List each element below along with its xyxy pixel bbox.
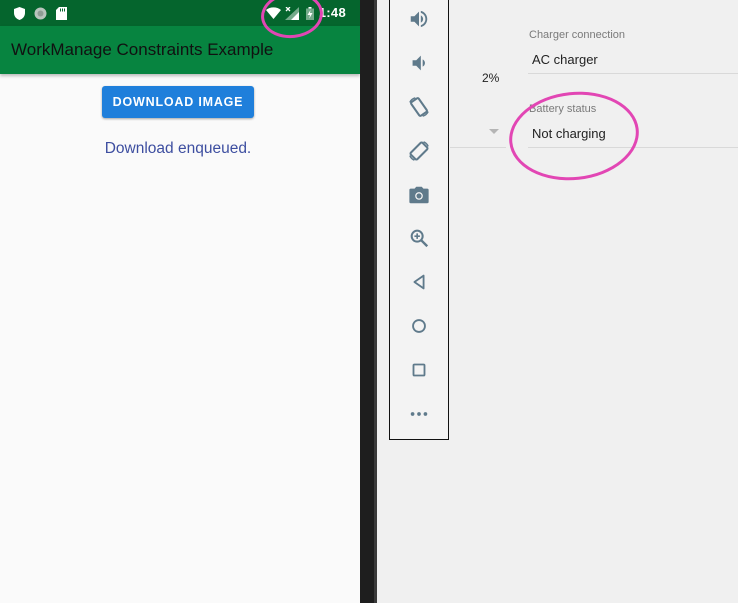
screenshot-button[interactable] [390,177,448,213]
volume-down-icon [412,55,425,71]
dropdown-arrow-icon[interactable] [489,129,499,134]
download-status-message: Download enqueued. [104,140,252,157]
camera-icon [409,186,429,204]
charger-connection-select[interactable]: AC charger [532,52,598,67]
emulator-screen: 1:48 WorkManage Constraints Example DOWN… [0,0,360,603]
more-icon [410,412,428,416]
charger-connection-label: Charger connection [529,29,626,41]
back-button[interactable] [390,264,448,300]
rotate-right-button[interactable] [390,133,448,169]
zoom-button[interactable] [390,220,448,256]
more-button[interactable] [390,396,448,432]
sd-card-icon [56,7,67,20]
volume-down-button[interactable] [390,45,448,81]
emulator-toolbar [389,0,449,440]
zoom-icon [410,229,429,248]
volume-up-button[interactable] [390,1,448,37]
circle-icon [34,7,47,20]
rotate-left-button[interactable] [390,89,448,125]
charge-level-underline [450,147,506,148]
charge-level-value: 2% [482,71,500,85]
home-button[interactable] [390,308,448,344]
rotate-right-icon [409,141,429,161]
download-image-button[interactable]: DOWNLOAD IMAGE [102,86,254,118]
overview-icon [412,363,426,377]
shield-icon [14,7,25,20]
overview-button[interactable] [390,352,448,388]
volume-up-icon [410,10,428,28]
charger-connection-underline [528,73,738,74]
emulator-frame-divider [374,0,377,603]
app-title: WorkManage Constraints Example [11,40,274,59]
back-icon [413,274,425,290]
home-icon [412,319,426,333]
annotation-circle-battery-status [504,85,644,187]
rotate-left-icon [409,97,429,117]
